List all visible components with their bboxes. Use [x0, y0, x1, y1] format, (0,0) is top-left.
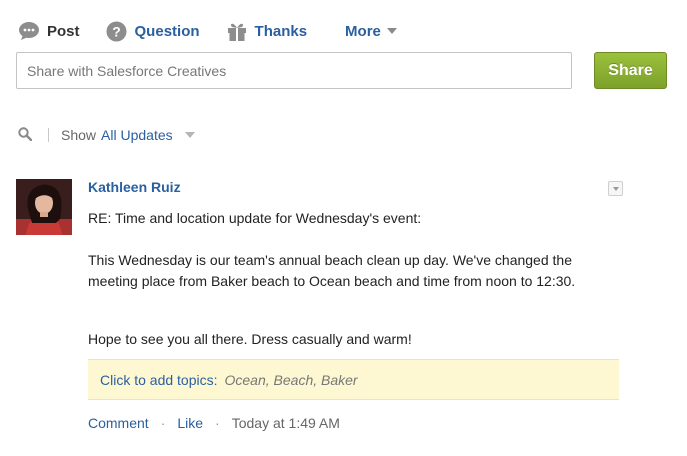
question-icon: ?	[106, 20, 128, 42]
post-paragraph: Hope to see you all there. Dress casuall…	[88, 331, 412, 347]
search-icon[interactable]	[18, 126, 33, 144]
topics-list: Ocean, Beach, Baker	[224, 371, 358, 388]
comment-link[interactable]: Comment	[88, 415, 149, 431]
share-button[interactable]: Share	[594, 52, 667, 89]
tab-post[interactable]: Post	[18, 20, 80, 42]
publisher-tabs: Post ? Question Thanks More	[18, 18, 423, 44]
more-label: More	[345, 22, 381, 40]
separator: ·	[215, 415, 220, 431]
topics-bar: Click to add topics: Ocean, Beach, Baker	[88, 359, 619, 400]
tab-question[interactable]: ? Question	[106, 20, 200, 42]
feed-filter: Show All Updates	[18, 124, 195, 146]
tab-question-label: Question	[134, 22, 200, 40]
post-actions: Comment · Like · Today at 1:49 AM	[88, 415, 340, 431]
svg-text:?: ?	[112, 23, 121, 39]
chevron-down-icon	[386, 28, 397, 34]
share-input[interactable]	[16, 52, 572, 89]
tab-thanks[interactable]: Thanks	[226, 20, 308, 42]
chevron-down-icon	[612, 186, 619, 191]
tab-post-label: Post	[47, 22, 80, 40]
divider	[48, 128, 49, 142]
filter-select[interactable]: All Updates	[101, 127, 173, 143]
show-label: Show	[61, 127, 97, 143]
like-link[interactable]: Like	[177, 415, 203, 431]
timestamp: Today at 1:49 AM	[231, 415, 340, 431]
tab-thanks-label: Thanks	[254, 22, 308, 40]
post-subject: RE: Time and location update for Wednesd…	[88, 210, 422, 226]
gift-icon	[226, 20, 248, 42]
more-dropdown[interactable]: More	[345, 23, 397, 40]
separator: ·	[160, 415, 166, 431]
post-paragraph: This Wednesday is our team's annual beac…	[88, 252, 576, 289]
add-topics-link[interactable]: Click to add topics:	[100, 372, 218, 388]
speech-bubble-icon	[18, 20, 40, 42]
avatar[interactable]	[16, 179, 72, 235]
item-menu-button[interactable]	[608, 181, 623, 196]
chevron-down-icon[interactable]	[184, 132, 195, 138]
author-name[interactable]: Kathleen Ruiz	[88, 179, 181, 195]
